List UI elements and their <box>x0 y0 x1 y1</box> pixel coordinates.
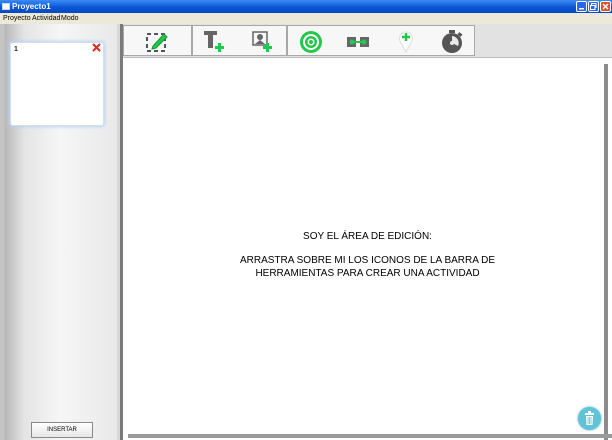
target-tool[interactable] <box>299 30 323 54</box>
slide-number: 1 <box>14 46 18 53</box>
toolbar <box>123 24 612 58</box>
editing-area-instruction-line2: HERRAMIENTAS PARA CREAR UNA ACTIVIDAD <box>255 268 480 279</box>
menu-modo[interactable]: Modo <box>61 13 79 24</box>
timer-icon <box>442 30 463 53</box>
editing-area[interactable] <box>123 58 612 440</box>
menu-actividad[interactable]: Actividad <box>32 13 60 24</box>
add-text-icon <box>204 31 224 52</box>
restore-icon <box>590 3 597 10</box>
tool-group-edit <box>123 25 192 56</box>
connect-icon <box>347 37 369 47</box>
close-button[interactable] <box>600 1 611 12</box>
editing-area-title: SOY EL ÁREA DE EDICIÓN: <box>303 231 432 242</box>
edit-area-tool[interactable] <box>145 30 169 54</box>
menu-proyecto[interactable]: Proyecto <box>3 13 31 24</box>
delete-slide-icon[interactable] <box>92 43 101 52</box>
title-bar: Proyecto1 <box>0 0 612 13</box>
canvas-scroll-edge <box>604 64 608 440</box>
window-title: Proyecto1 <box>12 2 51 11</box>
timer-tool[interactable] <box>440 30 464 54</box>
connect-tool[interactable] <box>346 30 370 54</box>
trash-button[interactable] <box>578 407 601 430</box>
marker-icon <box>399 31 413 54</box>
slide-thumbnail[interactable]: 1 <box>10 42 104 126</box>
close-icon <box>602 3 609 10</box>
insert-button[interactable]: INSERTAR <box>31 422 93 438</box>
trash-icon <box>585 411 594 425</box>
canvas-bottom-edge <box>128 434 612 438</box>
marker-tool[interactable] <box>394 30 418 54</box>
menu-bar: Proyecto Actividad Modo <box>0 13 612 24</box>
edit-area-icon <box>146 33 168 52</box>
tool-group-activity <box>287 25 475 56</box>
add-image-icon <box>252 31 272 52</box>
tool-group-content <box>192 25 287 56</box>
minimize-icon <box>579 8 584 10</box>
editing-area-instruction-line1: ARRASTRA SOBRE MI LOS ICONOS DE LA BARRA… <box>239 255 496 266</box>
add-image-tool[interactable] <box>251 30 275 54</box>
target-icon <box>300 31 322 53</box>
minimize-button[interactable] <box>576 1 587 12</box>
app-icon <box>2 3 10 10</box>
maximize-button[interactable] <box>588 1 599 12</box>
add-text-tool[interactable] <box>203 30 227 54</box>
